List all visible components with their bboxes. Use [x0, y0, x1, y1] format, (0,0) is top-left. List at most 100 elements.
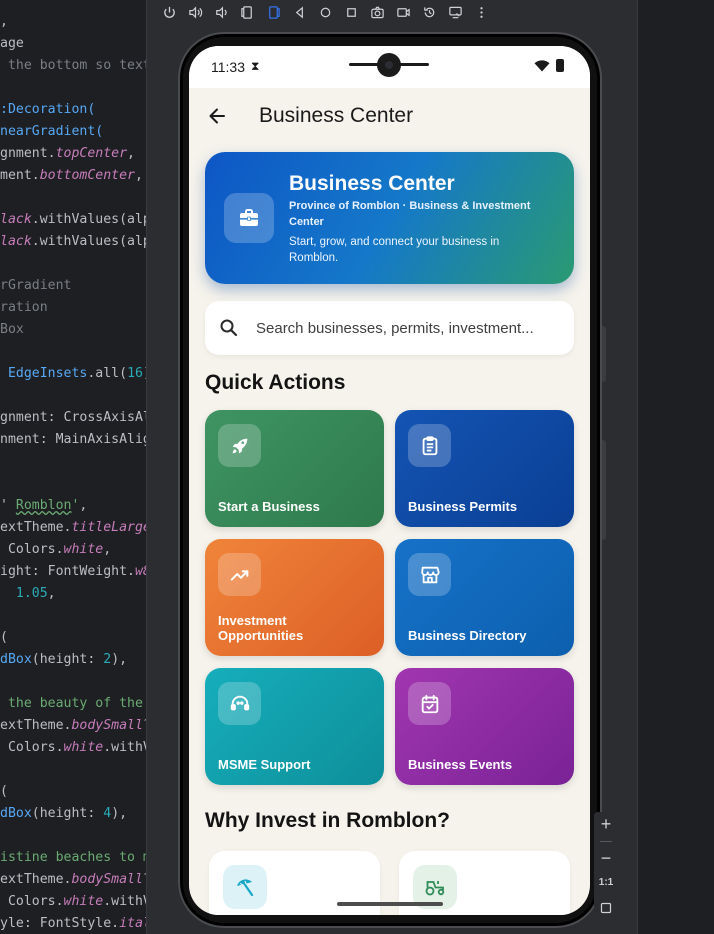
- code-token: topCenter: [55, 146, 128, 161]
- home-nav-icon[interactable]: [317, 4, 334, 21]
- code-token: lack: [0, 234, 32, 249]
- screenshot-icon[interactable]: [369, 4, 386, 21]
- code-token: istine beaches to m: [0, 850, 146, 865]
- code-line: ' Romblon',: [0, 495, 87, 517]
- extended-controls-icon[interactable]: [447, 4, 464, 21]
- phone-power-button[interactable]: [602, 326, 606, 382]
- wifi-icon: [534, 59, 550, 71]
- code-line: the bottom so text: [0, 55, 146, 77]
- support-agent-icon: [218, 682, 261, 725]
- code-token: the bottom so text: [0, 58, 146, 73]
- code-token: extTheme.: [0, 718, 72, 733]
- rotate-left-icon[interactable]: [239, 4, 256, 21]
- code-token: bottomCenter: [39, 168, 135, 183]
- search-bar[interactable]: [205, 301, 574, 355]
- snapshot-icon[interactable]: [421, 4, 438, 21]
- hero-card[interactable]: Business Center Province of Romblon · Bu…: [205, 152, 574, 284]
- code-line: extTheme.titleLarge: [0, 517, 146, 539]
- code-line: extTheme.bodySmall?: [0, 715, 146, 737]
- code-line: gnment.topCenter,: [0, 143, 135, 165]
- page-title: Business Center: [259, 104, 414, 127]
- status-time: 11:33: [211, 59, 245, 75]
- code-token: the beauty of the: [0, 696, 146, 711]
- tile-label: Business Directory: [408, 628, 527, 643]
- front-camera: [377, 53, 401, 77]
- tile-business-events[interactable]: Business Events: [395, 668, 574, 785]
- code-line: dBox(height: 2),: [0, 649, 127, 671]
- code-token: gnment: CrossAxisAl: [0, 410, 146, 425]
- phone-volume-button[interactable]: [602, 440, 606, 540]
- code-token: ,: [103, 542, 112, 557]
- tile-msme-support[interactable]: MSME Support: [205, 668, 384, 785]
- home-indicator[interactable]: [337, 902, 443, 906]
- code-token: age: [0, 36, 24, 51]
- code-line: EdgeInsets.all(16): [0, 363, 146, 385]
- search-input[interactable]: [253, 319, 558, 337]
- code-line: istine beaches to m: [0, 847, 146, 869]
- zoom-out-button[interactable]: −: [594, 846, 618, 871]
- search-icon: [205, 318, 253, 338]
- code-line: Colors.white,: [0, 539, 111, 561]
- briefcase-icon: [224, 193, 274, 243]
- code-token: (height:: [31, 652, 104, 667]
- back-button[interactable]: [189, 88, 245, 144]
- code-token: Colors.: [0, 740, 64, 755]
- why-invest-title: Why Invest in Romblon?: [205, 809, 450, 832]
- record-icon[interactable]: [395, 4, 412, 21]
- code-line: nearGradient(: [0, 121, 103, 143]
- code-token: yle: FontStyle.: [0, 916, 120, 931]
- status-bar: 11:33 ⧗: [189, 46, 590, 88]
- zoom-in-button[interactable]: +: [594, 812, 618, 837]
- code-token: 1.05: [15, 586, 48, 601]
- code-token: .withValues(alp: [31, 212, 146, 227]
- tile-investment-opportunities[interactable]: Investment Opportunities: [205, 539, 384, 656]
- code-token: 2: [103, 652, 112, 667]
- fit-screen-icon[interactable]: [594, 895, 618, 920]
- code-token: lack: [0, 212, 32, 227]
- code-line: gnment: CrossAxisAl: [0, 407, 146, 429]
- code-token: Box: [0, 322, 24, 337]
- code-line: dBox(height: 4),: [0, 803, 127, 825]
- code-token: ration: [0, 300, 48, 315]
- code-token: white: [63, 740, 104, 755]
- quick-actions-title: Quick Actions: [205, 371, 346, 394]
- phone-screen: 11:33 ⧗ Business Center Business Center …: [189, 46, 590, 915]
- tile-business-permits[interactable]: Business Permits: [395, 410, 574, 527]
- code-token: white: [63, 542, 104, 557]
- hourglass-icon: ⧗: [251, 59, 260, 73]
- code-token: extTheme.: [0, 872, 72, 887]
- power-icon[interactable]: [161, 4, 178, 21]
- more-icon[interactable]: [473, 4, 490, 21]
- code-line: Colors.white.withV: [0, 891, 146, 913]
- tile-start-a-business[interactable]: Start a Business: [205, 410, 384, 527]
- code-line: (: [0, 627, 8, 649]
- arrow-back-icon: [209, 108, 225, 124]
- code-token: extTheme.: [0, 520, 72, 535]
- trending-up-icon: [218, 553, 261, 596]
- hero-title: Business Center: [289, 172, 455, 195]
- tile-business-directory[interactable]: Business Directory: [395, 539, 574, 656]
- code-token: white: [63, 894, 104, 909]
- code-editor[interactable]: , age the bottom so text:Decoration(nearG…: [0, 0, 146, 934]
- overview-nav-icon[interactable]: [343, 4, 360, 21]
- code-token: ': [0, 498, 16, 513]
- code-line: nment: MainAxisAlig: [0, 429, 146, 451]
- code-token: ),: [111, 652, 128, 667]
- code-token: titleLarge: [71, 520, 146, 535]
- zoom-ratio-button[interactable]: 1:1: [594, 870, 618, 895]
- code-line: 1.05,: [0, 583, 56, 605]
- code-token: 4: [103, 806, 112, 821]
- back-nav-icon[interactable]: [291, 4, 308, 21]
- status-icons: [534, 59, 564, 72]
- code-token: ital: [119, 916, 146, 931]
- rotate-right-icon[interactable]: [265, 4, 282, 21]
- beach-umbrella-icon: [223, 865, 267, 909]
- volume-down-icon[interactable]: [213, 4, 230, 21]
- volume-up-icon[interactable]: [187, 4, 204, 21]
- code-line: ight: FontWeight.w8: [0, 561, 146, 583]
- hero-subtitle: Province of Romblon · Business & Investm…: [289, 200, 531, 228]
- code-token: EdgeInsets: [7, 366, 88, 381]
- code-line: (: [0, 781, 8, 803]
